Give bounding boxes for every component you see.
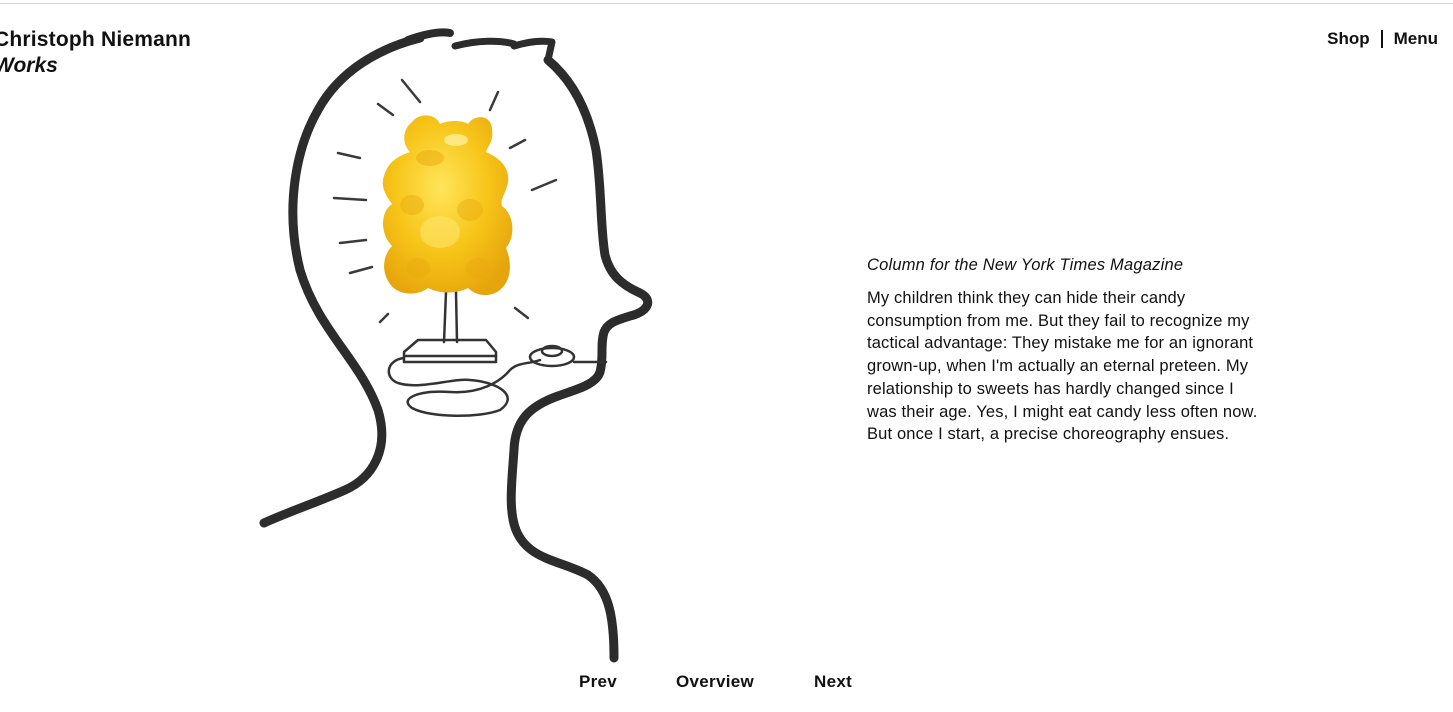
top-divider <box>0 3 1453 4</box>
artwork-description: My children think they can hide their ca… <box>867 289 1258 444</box>
nav-separator <box>1380 30 1383 48</box>
page: Christoph Niemann Works Shop Menu Column… <box>0 0 1453 712</box>
artwork-title: Column for the New York Times Magazine <box>867 256 1184 274</box>
menu-link[interactable]: Menu <box>1394 29 1438 49</box>
overview-link[interactable]: Overview <box>676 672 754 692</box>
artist-name[interactable]: Christoph Niemann <box>0 27 191 53</box>
site-brand[interactable]: Christoph Niemann Works <box>0 27 191 79</box>
gummy-bear-photo <box>382 115 513 296</box>
section-title[interactable]: Works <box>0 53 191 79</box>
prev-link[interactable]: Prev <box>579 672 617 692</box>
artwork-caption: Column for the New York Times Magazine M… <box>867 256 1277 446</box>
artwork-illustration <box>259 28 653 663</box>
shop-link[interactable]: Shop <box>1327 29 1370 49</box>
top-navigation: Shop Menu <box>1327 29 1438 49</box>
next-link[interactable]: Next <box>814 672 852 692</box>
pagination-nav: Prev Overview Next <box>0 672 1453 694</box>
candy-stand <box>387 290 608 417</box>
